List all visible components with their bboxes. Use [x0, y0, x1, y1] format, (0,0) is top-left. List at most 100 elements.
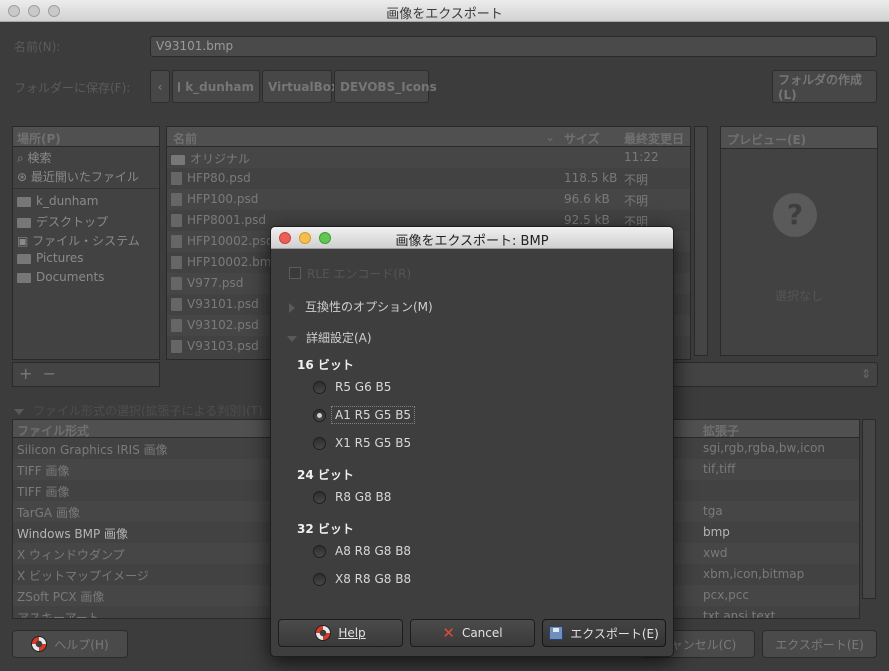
- group-24bit-label: 24 ビット: [297, 468, 354, 482]
- places-item-documents[interactable]: Documents: [13, 268, 159, 287]
- folder-icon: [171, 154, 185, 165]
- chevron-right-icon: [289, 302, 295, 313]
- radio-a1r5g5b5[interactable]: A1 R5 G5 B5: [313, 405, 416, 425]
- file-modified: 不明: [624, 194, 649, 208]
- rle-label: RLE エンコード(R): [307, 267, 412, 281]
- places-item-filesystem[interactable]: ▣ ファイル・システム: [13, 230, 159, 249]
- breadcrumb-back-button[interactable]: ‹: [150, 70, 170, 103]
- filetype-name: Silicon Graphics IRIS 画像: [17, 443, 168, 457]
- folder-icon: [17, 272, 31, 283]
- dialog-cancel-button[interactable]: ✕ Cancel: [410, 619, 535, 647]
- save-icon: [549, 626, 564, 640]
- places-item-desktop[interactable]: デスクトップ: [13, 211, 159, 230]
- file-name: HFP10002.bmp: [187, 255, 280, 269]
- chevron-updown-icon: ⇕: [860, 367, 871, 381]
- file-name: V93102.psd: [187, 318, 259, 332]
- filetype-toggle[interactable]: ファイル形式の選択(拡張子による判別)(T): [14, 402, 263, 419]
- rle-checkbox[interactable]: [289, 267, 301, 279]
- lifebuoy-icon: [315, 625, 332, 641]
- file-icon: [171, 319, 182, 332]
- places-item-pictures[interactable]: Pictures: [13, 249, 159, 268]
- column-header-modified[interactable]: 最終変更日: [624, 130, 684, 147]
- radio-a8r8g8b8[interactable]: A8 R8 G8 B8: [313, 541, 411, 561]
- group-32bit-label: 32 ビット: [297, 522, 354, 536]
- folder-icon: [17, 217, 31, 228]
- file-icon: [171, 193, 182, 206]
- file-size: 96.6 kB: [564, 192, 610, 206]
- filetype-name: TIFF 画像: [17, 464, 70, 478]
- column-header-size[interactable]: サイズ: [564, 130, 600, 147]
- file-size: 92.5 kB: [564, 213, 610, 227]
- places-item-recent[interactable]: ⊛ 最近開いたファイル: [13, 166, 159, 185]
- file-size: 118.5 kB: [564, 171, 618, 185]
- breadcrumb-item-home[interactable]: k_dunham: [172, 70, 260, 103]
- filetype-name: TIFF 画像: [17, 485, 70, 499]
- radio-r8g8b8[interactable]: R8 G8 B8: [313, 487, 391, 507]
- radio-x1r5g5b5[interactable]: X1 R5 G5 B5: [313, 433, 411, 453]
- radio-r5g6b5[interactable]: R5 G6 B5: [313, 377, 391, 397]
- filetype-name: アスキーアート: [17, 611, 100, 619]
- question-icon: ?: [773, 193, 817, 237]
- chevron-down-icon: ⌄: [545, 130, 556, 144]
- file-row[interactable]: HFP80.psd 118.5 kB 不明: [167, 168, 690, 189]
- filetype-name: ZSoft PCX 画像: [17, 590, 105, 604]
- places-panel: 場所(P) ⌕ 検索 ⊛ 最近開いたファイル k_dunham デスクトップ ▣…: [12, 126, 160, 360]
- create-folder-button[interactable]: フォルダの作成(L): [772, 70, 877, 103]
- file-icon: [171, 277, 182, 290]
- dialog-title: 画像をエクスポート: BMP: [395, 234, 549, 249]
- export-button[interactable]: エクスポート(E): [762, 630, 877, 658]
- file-row[interactable]: オリジナル 11:22: [167, 147, 690, 168]
- file-modified: 11:22: [624, 150, 659, 164]
- column-header-filetype[interactable]: ファイル形式: [17, 422, 89, 439]
- file-name: V93101.psd: [187, 297, 259, 311]
- group-16bit-label: 16 ビット: [297, 358, 354, 372]
- file-list-scrollbar[interactable]: [694, 126, 708, 356]
- help-button[interactable]: ヘルプ(H): [12, 630, 128, 658]
- dialog-help-button[interactable]: Help: [278, 619, 403, 647]
- dialog-export-button[interactable]: エクスポート(E): [542, 619, 666, 647]
- file-icon: [171, 235, 182, 248]
- dialog-titlebar: 画像をエクスポート: BMP: [271, 227, 673, 249]
- file-row[interactable]: HFP100.psd 96.6 kB 不明: [167, 189, 690, 210]
- filetype-name: Windows BMP 画像: [17, 527, 129, 541]
- folder-icon: [17, 253, 31, 264]
- preview-no-selection: 選択なし: [774, 289, 823, 303]
- chevron-down-icon: [287, 335, 297, 342]
- add-bookmark-button[interactable]: +: [19, 364, 32, 383]
- file-icon: [171, 256, 182, 269]
- filetype-ext: bmp: [703, 525, 730, 539]
- file-icon: [171, 172, 182, 185]
- filetype-name: X ウィンドウダンプ: [17, 548, 125, 562]
- preview-panel: プレビュー(E) ? 選択なし: [720, 126, 878, 356]
- column-header-name[interactable]: 名前: [173, 130, 197, 147]
- filetype-scrollbar[interactable]: [862, 419, 876, 599]
- filetype-name: X ビットマップイメージ: [17, 569, 149, 583]
- save-in-label: フォルダーに保存(F):: [14, 81, 131, 95]
- breadcrumb-item-virtualbox[interactable]: VirtualBox: [262, 70, 339, 103]
- name-label: 名前(N):: [14, 40, 61, 54]
- advanced-expander[interactable]: 詳細設定(A): [287, 329, 372, 346]
- filetype-ext: tga: [703, 504, 723, 518]
- bmp-export-dialog: 画像をエクスポート: BMP RLE エンコード(R) 互換性のオプション(M)…: [270, 226, 674, 657]
- file-name: HFP80.psd: [187, 171, 251, 185]
- file-icon: [171, 298, 182, 311]
- column-header-extension[interactable]: 拡張子: [703, 422, 739, 439]
- places-item-home[interactable]: k_dunham: [13, 192, 159, 211]
- file-name: HFP10002.psd: [187, 234, 274, 248]
- filetype-ext: xbm,icon,bitmap: [703, 567, 805, 581]
- compat-expander[interactable]: 互換性のオプション(M): [289, 298, 433, 315]
- filter-combo[interactable]: ⇕: [673, 362, 878, 387]
- breadcrumb-item-devobs[interactable]: DEVOBS_Icons: [334, 70, 437, 103]
- remove-bookmark-button[interactable]: −: [43, 364, 56, 383]
- filetype-ext: sgi,rgb,rgba,bw,icon: [703, 441, 826, 455]
- filetype-ext: tif,tiff: [703, 462, 736, 476]
- file-name: V977.psd: [187, 276, 244, 290]
- places-item-search[interactable]: ⌕ 検索: [13, 147, 159, 166]
- file-list-header: 名前 ⌄ サイズ 最終変更日: [167, 127, 690, 147]
- filetype-name: TarGA 画像: [17, 506, 80, 520]
- file-name: V93103.psd: [187, 339, 259, 353]
- filename-input[interactable]: V93101.bmp: [150, 36, 877, 57]
- divider: [13, 188, 159, 189]
- filetype-ext: pcx,pcc: [703, 588, 749, 602]
- radio-x8r8g8b8[interactable]: X8 R8 G8 B8: [313, 569, 411, 589]
